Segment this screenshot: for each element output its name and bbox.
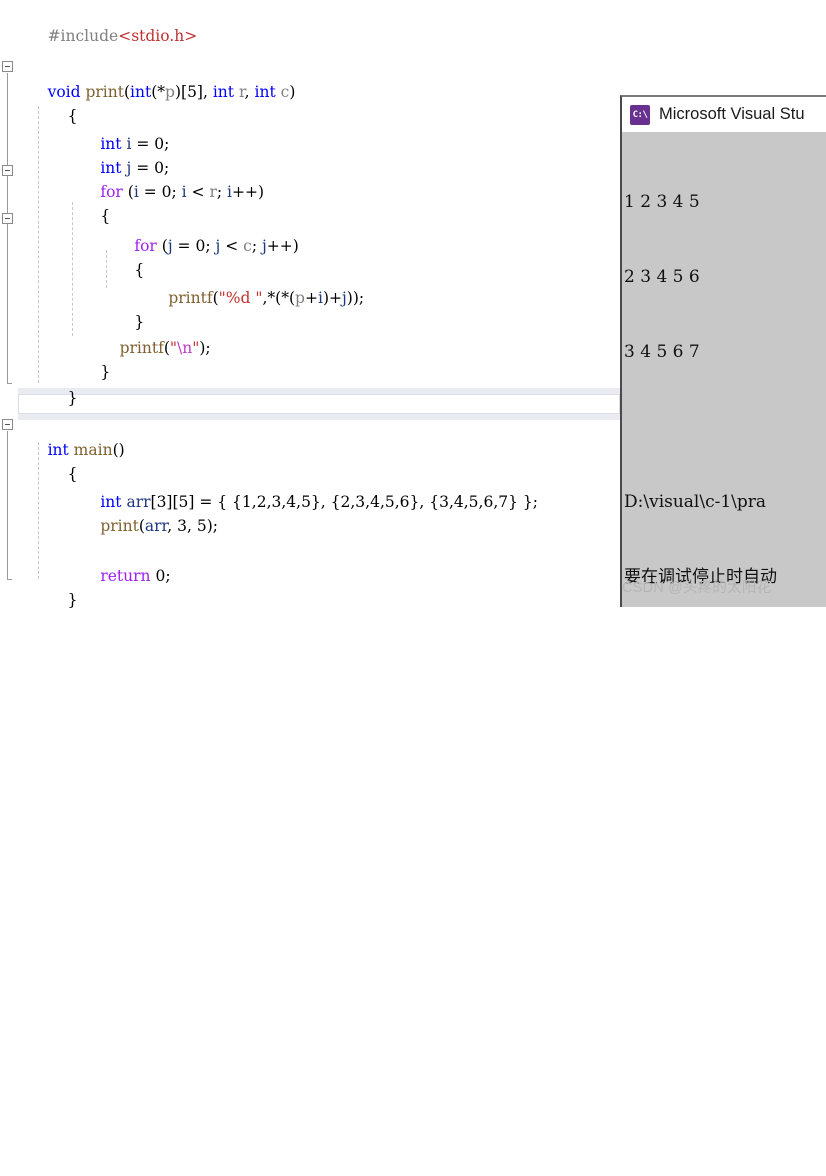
code-line-3[interactable]: void print(int(*p)[5], int r, int c) [0,56,296,101]
token-fn-main: main [73,441,113,459]
token-param-p-deref: p [295,289,305,307]
code-line-14[interactable]: } [38,336,110,381]
token-preprocessor: #include [47,27,119,45]
code-line-17[interactable]: int main() [0,414,125,459]
token-escape-newline: \n [177,339,193,357]
code-line-23[interactable]: } [20,564,78,609]
token-kw-int-1: int [130,83,152,101]
watermark: CSDN @头疼的太阳花 [622,580,772,596]
console-titlebar[interactable]: C:\ Microsoft Visual Stu [622,97,826,132]
token-kw-return: return [85,567,151,585]
token-fn-print-call: print [85,517,139,535]
code-line-8[interactable]: { [38,180,110,225]
code-line-2[interactable] [0,24,18,48]
console-window[interactable]: C:\ Microsoft Visual Stu 1 2 3 4 5 2 3 4… [620,95,826,607]
token-var-arr-arg: arr [144,517,168,535]
code-line-18[interactable]: { [20,438,78,483]
code-line-13[interactable]: printf("\n"); [72,312,211,357]
code-line-12[interactable]: } [72,286,144,331]
code-line-5[interactable]: int i = 0; [38,108,169,153]
code-line-20[interactable]: print(arr, 3, 5); [38,490,218,535]
token-include-header: <stdio.h> [118,27,198,45]
code-line-7[interactable]: for (i = 0; i < r; i++) [38,156,264,201]
token-param-p: p [165,83,175,101]
code-line-11[interactable]: printf("%d ",*(*(p+i)+j)); [106,262,364,307]
code-line-22[interactable]: return 0; [38,540,170,585]
token-fn-print: print [85,83,124,101]
console-app-icon: C:\ [630,104,650,125]
code-line-9[interactable]: for (j = 0; j < c; j++) [72,210,299,255]
code-line-4[interactable]: { [20,80,78,125]
console-output-row-2: 2 3 4 5 6 [624,267,706,287]
console-output[interactable]: 1 2 3 4 5 2 3 4 5 6 3 4 5 6 7 D:\visual\… [622,132,826,607]
token-param-c: c [280,83,290,101]
code-line-21[interactable] [38,514,56,538]
console-output-row-1: 1 2 3 4 5 [624,192,706,212]
token-fn-printf-2: printf [119,339,164,357]
token-string-fmt-d: "%d " [218,289,263,307]
token-kw-int-2: int [212,83,234,101]
token-string-open: " [169,339,178,357]
token-kw-int-3: int [254,83,276,101]
code-line-19[interactable]: int arr[3][5] = { {1,2,3,4,5}, {2,3,4,5,… [38,466,538,511]
code-line-15[interactable]: } [20,362,78,407]
code-line-1[interactable]: #include<stdio.h> [0,0,198,45]
token-param-r-cond: r [209,183,217,201]
token-fn-printf-1: printf [153,289,213,307]
code-line-10[interactable]: { [72,234,144,279]
console-output-row-3: 3 4 5 6 7 [624,342,706,362]
console-window-title: Microsoft Visual Stu [659,105,805,123]
code-line-16[interactable] [24,390,42,414]
code-line-6[interactable]: int j = 0; [38,132,169,177]
console-message-path: D:\visual\c-1\pra [624,492,767,512]
token-param-c-cond: c [243,237,252,255]
